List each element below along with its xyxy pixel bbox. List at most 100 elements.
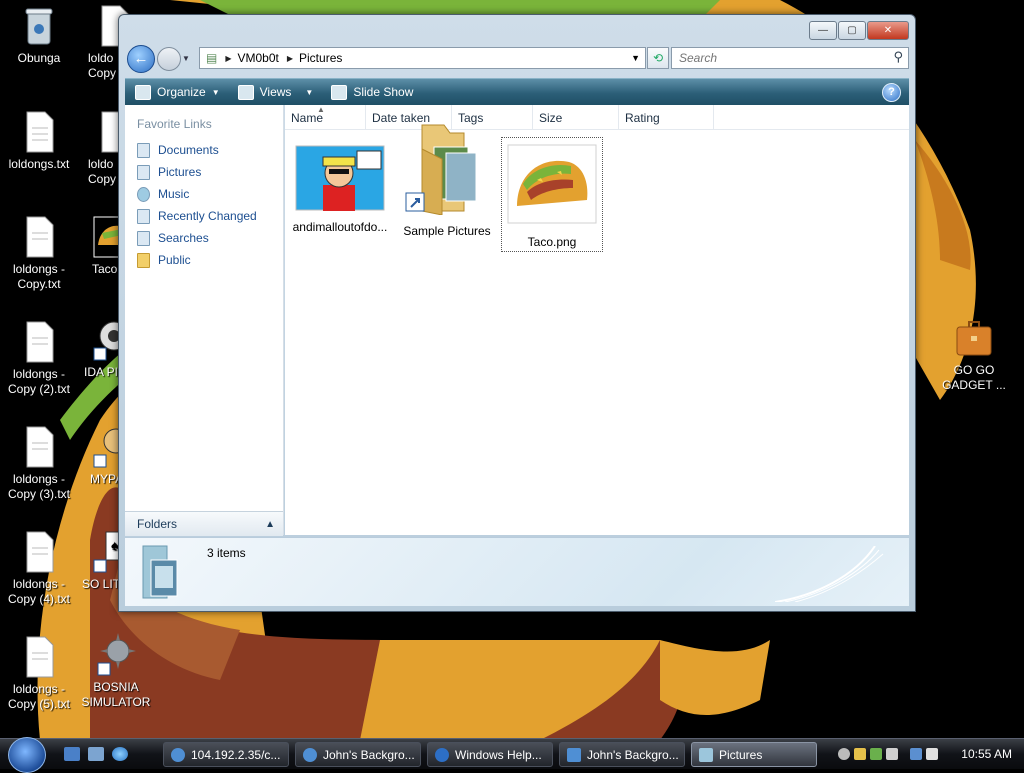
taskbar: 104.192.2.35/c... John's Backgro... Wind… [0, 737, 1024, 773]
breadcrumb-root[interactable]: VM0b0t [238, 51, 279, 65]
file-list: ▲ Name Date taken Tags Size Rating andima… [285, 105, 909, 535]
music-icon [137, 186, 150, 202]
folder-item[interactable]: Sample Pictures [397, 124, 497, 238]
file-item[interactable]: andimalloutofdo... [290, 145, 390, 234]
taskbar-item-browser[interactable]: John's Backgro... [559, 742, 685, 767]
views-label: Views [259, 85, 292, 99]
desktop-icon-txt-file[interactable]: loldongs - Copy.txt [0, 215, 79, 292]
chevron-down-icon: ▼ [305, 87, 314, 97]
desktop-icon-label: loldongs - Copy (5).txt [7, 682, 70, 711]
searches-icon [137, 230, 150, 246]
taskbar-item-browser[interactable]: John's Backgro... [295, 742, 421, 767]
link-documents[interactable]: Documents [125, 139, 283, 161]
internet-explorer-icon[interactable] [112, 747, 128, 761]
link-music[interactable]: Music [125, 183, 283, 205]
link-public[interactable]: Public [125, 249, 283, 271]
desktop-icon-label: loldo Copy [88, 157, 117, 186]
details-pane: 3 items [125, 537, 909, 606]
sort-up-icon: ▲ [317, 105, 325, 114]
folders-toggle[interactable]: Folders ▲ [125, 511, 283, 536]
minimize-button[interactable]: — [809, 21, 837, 40]
browser-icon [171, 747, 185, 762]
desktop-icon-txt-file[interactable]: loldongs - Copy (5).txt [0, 635, 79, 712]
maximize-button[interactable]: ▢ [838, 21, 866, 40]
system-tray: 10:55 AM [838, 742, 1020, 765]
tray-icon[interactable] [854, 747, 866, 760]
show-desktop-icon[interactable] [64, 747, 80, 761]
task-label: John's Backgro... [323, 747, 415, 762]
desktop-icon-txt-file[interactable]: loldongs - Copy (2).txt [0, 320, 79, 397]
pictures-icon [137, 164, 150, 180]
recently-changed-icon [137, 208, 150, 224]
slideshow-button[interactable]: Slide Show [331, 84, 421, 100]
documents-icon [137, 142, 150, 158]
link-label: Documents [158, 143, 219, 157]
link-recently-changed[interactable]: Recently Changed [125, 205, 283, 227]
desktop-icon-label: loldongs - Copy.txt [12, 262, 66, 291]
link-pictures[interactable]: Pictures [125, 161, 283, 183]
desktop-icon-label: Obunga [17, 51, 61, 65]
desktop-icon-label: loldo Copy [88, 51, 117, 80]
file-item-label: andimalloutofdo... [292, 220, 388, 234]
item-count: 3 items [207, 546, 246, 560]
breadcrumb-pictures[interactable]: Pictures [299, 51, 342, 65]
tray-icon[interactable] [838, 747, 850, 760]
desktop-icon-shortcut[interactable]: BOSNIA SIMULATOR [76, 633, 156, 710]
column-header-rating[interactable]: Rating [619, 105, 714, 129]
column-header-size[interactable]: Size [533, 105, 619, 129]
views-icon [237, 84, 254, 100]
desktop-icon-label: loldongs - Copy (3).txt [7, 472, 70, 501]
link-label: Recently Changed [158, 209, 257, 223]
desktop-icon-recycle-bin[interactable]: Obunga [0, 4, 79, 66]
desktop-icon-label: loldongs.txt [8, 157, 70, 171]
chevron-right-icon[interactable]: ▶ [287, 54, 293, 63]
taskbar-item-pictures[interactable]: Pictures [691, 742, 817, 767]
organize-icon [135, 84, 151, 100]
recent-pages-dropdown[interactable]: ▼ [182, 54, 190, 63]
close-button[interactable]: ✕ [867, 21, 909, 40]
file-item-label: Taco.png [527, 235, 577, 249]
organize-button[interactable]: Organize ▼ [135, 84, 228, 100]
link-searches[interactable]: Searches [125, 227, 283, 249]
desktop-icon-label: loldongs - Copy (2).txt [7, 367, 70, 396]
forward-button[interactable] [157, 47, 181, 71]
taco-thumbnail-icon [507, 144, 597, 224]
favorite-links-title: Favorite Links [137, 117, 212, 131]
help-button[interactable]: ? [882, 83, 901, 102]
tray-icon[interactable] [870, 747, 882, 760]
search-icon[interactable]: ⚲ [893, 49, 903, 65]
desktop-icon-briefcase[interactable]: GO GO GADGET ... [934, 316, 1014, 393]
chevron-down-icon[interactable]: ▼ [631, 53, 640, 63]
file-item-selected[interactable]: Taco.png [501, 137, 603, 252]
column-label: Rating [625, 111, 660, 125]
network-icon[interactable] [910, 747, 922, 760]
volume-icon[interactable] [926, 747, 938, 760]
caption-buttons: — ▢ ✕ [808, 21, 909, 40]
clock[interactable]: 10:55 AM [961, 747, 1012, 761]
help-icon [435, 747, 449, 762]
task-label: Pictures [719, 747, 763, 762]
desktop-icon-txt-file[interactable]: loldongs.txt [0, 110, 79, 172]
search-input[interactable] [677, 48, 881, 68]
explorer-window: — ▢ ✕ ← ▼ ▤ ▶ VM0b0t ▶ Pictures ▼ ⟲ ⚲ Or… [118, 14, 916, 612]
folder-preview-icon [142, 545, 178, 599]
refresh-button[interactable]: ⟲ [647, 47, 669, 69]
task-label: 104.192.2.35/c... [191, 747, 281, 762]
desktop-icon-txt-file[interactable]: loldongs - Copy (4).txt [0, 530, 79, 607]
taskbar-item-browser[interactable]: 104.192.2.35/c... [163, 742, 289, 767]
search-box: ⚲ [671, 47, 909, 69]
chevron-up-icon: ▲ [265, 518, 275, 530]
folder-icon [699, 747, 713, 762]
switch-windows-icon[interactable] [88, 747, 104, 761]
desktop-icon-txt-file[interactable]: loldongs - Copy (3).txt [0, 425, 79, 502]
views-button[interactable]: Views ▼ [237, 84, 322, 100]
back-button[interactable]: ← [127, 45, 155, 73]
link-label: Pictures [158, 165, 202, 179]
desktop-icon-label: IDA PI [84, 365, 119, 379]
taskbar-item-help[interactable]: Windows Help... [427, 742, 553, 767]
chevron-right-icon[interactable]: ▶ [225, 54, 231, 63]
column-header-name[interactable]: ▲ Name [285, 105, 366, 129]
folder-item-label: Sample Pictures [403, 224, 491, 238]
address-bar[interactable]: ▤ ▶ VM0b0t ▶ Pictures ▼ [199, 47, 646, 69]
tray-icon[interactable] [886, 747, 898, 760]
